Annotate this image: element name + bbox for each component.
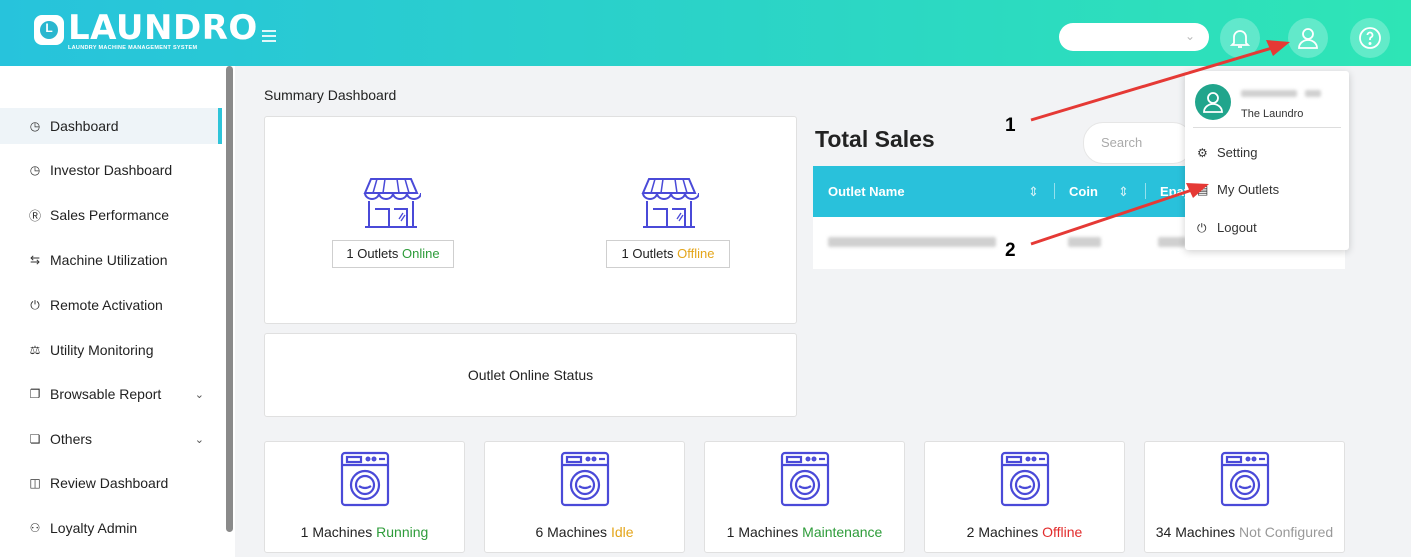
machines-running-text: 1 Machines Running [300,524,429,540]
user-dropdown-menu: The Laundro ⚙ Setting ▤ My Outlets ⏻ Logout [1185,71,1349,250]
logo-subtitle: LAUNDRY MACHINE MANAGEMENT SYSTEM [68,45,198,51]
outlets-online-box: 1 Outlets Online [332,240,454,268]
machines-maintenance-text: 1 Machines Maintenance [726,524,883,540]
machines-offline-card: 2 Machines Offline [924,441,1125,553]
dollar-circle-icon: Ⓡ [28,208,41,223]
store-online-icon [363,178,421,228]
flask-icon: ⚖ [29,343,41,357]
sidebar-item-label: Remote Activation [50,297,163,313]
outlets-online-label: Online [402,246,440,261]
dashboard-gauge-icon: ◷ [29,119,41,133]
power-icon: ⏻ [30,297,40,312]
chevron-down-icon: ⌄ [194,433,204,446]
help-icon[interactable] [1350,18,1390,58]
sidebar-item-machine-utilization[interactable]: ⇆ Machine Utilization [0,242,222,278]
sidebar-item-others[interactable]: ❏ Others ⌄ [0,421,222,457]
outlet-select[interactable]: ⌄ [1059,23,1209,51]
sidebar-item-browsable-report[interactable]: ❐ Browsable Report ⌄ [0,376,222,412]
column-outlet-name[interactable]: Outlet Name [828,184,905,199]
logo-badge-icon: L [34,15,64,45]
machines-running-card: 1 Machines Running [264,441,465,553]
sidebar-item-loyalty-admin[interactable]: ⚇ Loyalty Admin [0,510,222,546]
machines-idle-card: 6 Machines Idle [484,441,685,553]
outlet-status-title: Outlet Online Status [467,367,594,383]
sort-icon[interactable]: ⇕ [1118,184,1129,200]
menu-item-my-outlets[interactable]: ▤ My Outlets [1185,176,1349,204]
sidebar-item-investor-dashboard[interactable]: ◷ Investor Dashboard [0,152,222,188]
top-header: L LAUNDRO LAUNDRY MACHINE MANAGEMENT SYS… [0,0,1411,66]
machines-idle-text: 6 Machines Idle [535,524,634,540]
menu-toggle-icon[interactable] [262,30,276,42]
column-divider [1145,183,1146,199]
outlets-online-count: 1 Outlets [346,246,399,261]
sidebar-item-sales-performance[interactable]: Ⓡ Sales Performance [0,197,222,233]
sidebar-item-review-dashboard[interactable]: ◫ Review Dashboard [0,465,222,501]
dropdown-divider [1193,127,1341,128]
folder-icon: ❏ [29,432,41,446]
outlets-summary-card: 1 Outlets Online 1 Outlets Offline [264,116,797,324]
user-avatar-icon[interactable] [1288,18,1328,58]
annotation-number-2: 2 [1005,240,1016,261]
column-coin[interactable]: Coin [1069,184,1098,199]
machines-not-configured-text: 34 Machines Not Configured [1155,524,1334,540]
gear-icon: ⚙ [1197,146,1208,160]
store-icon: ▤ [1197,183,1209,197]
sidebar-item-remote-activation[interactable]: ⏻ Remote Activation [0,287,222,323]
swap-arrows-icon: ⇆ [29,253,41,267]
blurred-coin-value [1068,237,1101,247]
machines-not-configured-card: 34 Machines Not Configured [1144,441,1345,553]
sidebar-item-label: Loyalty Admin [50,520,138,536]
sidebar: ◷ Dashboard ◷ Investor Dashboard Ⓡ Sales… [0,66,235,557]
sidebar-item-label: Others [50,431,93,447]
sort-icon[interactable]: ⇕ [1028,184,1039,200]
dropdown-avatar-icon [1195,84,1231,120]
sales-search-input[interactable]: Search [1083,122,1193,164]
chevron-down-icon: ⌄ [1184,29,1195,43]
bell-icon[interactable] [1220,18,1260,58]
sidebar-item-label: Sales Performance [50,207,170,223]
chevron-down-icon: ⌄ [194,388,204,401]
washing-machine-icon [780,451,829,507]
page-title: Summary Dashboard [264,87,397,103]
outlets-offline-box: 1 Outlets Offline [606,240,730,268]
review-icon: ◫ [29,476,41,490]
column-divider [1054,183,1055,199]
sidebar-item-label: Dashboard [50,118,119,134]
sidebar-item-dashboard[interactable]: ◷ Dashboard [0,108,222,144]
blurred-epay-value [1158,237,1186,247]
washing-machine-icon [340,451,389,507]
power-icon: ⏻ [1197,221,1207,235]
users-icon: ⚇ [29,521,41,535]
washing-machine-icon [1220,451,1269,507]
blurred-outlet-name [828,237,996,247]
machines-maintenance-card: 1 Machines Maintenance [704,441,905,553]
sidebar-scrollbar[interactable] [226,66,233,532]
washing-machine-icon [1000,451,1049,507]
outlets-offline-count: 1 Outlets [621,246,674,261]
washing-machine-icon [560,451,609,507]
outlets-offline-label: Offline [677,246,715,261]
sidebar-item-utility-monitoring[interactable]: ⚖ Utility Monitoring [0,332,222,368]
user-org-name: The Laundro [1241,108,1304,120]
sidebar-item-label: Utility Monitoring [50,342,154,358]
menu-item-logout[interactable]: ⏻ Logout [1185,214,1349,242]
total-sales-title: Total Sales [815,126,935,152]
outlet-status-card: Outlet Online Status [264,333,797,417]
menu-item-setting[interactable]: ⚙ Setting [1185,139,1349,167]
gauge-icon: ◷ [29,163,41,177]
laundro-logo[interactable]: L LAUNDRO LAUNDRY MACHINE MANAGEMENT SYS… [34,10,257,56]
sidebar-item-label: Browsable Report [50,386,162,402]
sidebar-item-label: Investor Dashboard [50,162,173,178]
logo-text: LAUNDRO [68,8,258,48]
annotation-number-1: 1 [1005,115,1016,136]
document-icon: ❐ [29,387,41,401]
machines-offline-text: 2 Machines Offline [966,524,1083,540]
sidebar-item-label: Machine Utilization [50,252,168,268]
sidebar-item-label: Review Dashboard [50,475,169,491]
store-offline-icon [641,178,699,228]
